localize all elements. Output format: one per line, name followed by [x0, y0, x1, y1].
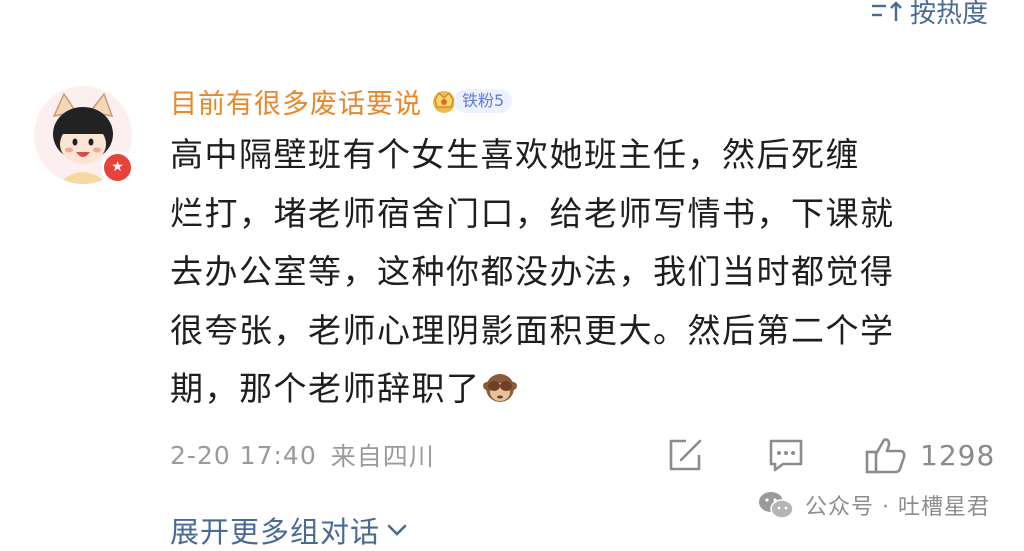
share-button[interactable]	[666, 435, 706, 475]
comment-line: 很夸张，老师心理阴影面积更大。然后第二个学	[170, 310, 895, 350]
watermark-text: 公众号 · 吐槽星君	[805, 495, 990, 520]
comment-meta: 2-20 17:40 来自四川	[170, 437, 435, 473]
verified-badge-icon: ★	[101, 151, 134, 184]
sort-icon	[870, 0, 904, 22]
sort-label: 按热度	[909, 0, 988, 29]
comment-line: 烂打，堵老师宿舍门口，给老师写情书，下课就	[170, 193, 895, 233]
comment-line: 期，那个老师辞职了	[170, 369, 481, 408]
comment-line-last: 期，那个老师辞职了	[170, 360, 970, 419]
username-label: 目前有很多废话要说	[170, 88, 422, 120]
wechat-icon	[759, 492, 794, 519]
comment-icon	[769, 439, 803, 472]
chevron-down-icon	[387, 524, 407, 536]
like-count: 1298	[920, 438, 996, 472]
comment-line: 去办公室等，这种你都没办法，我们当时都觉得	[170, 252, 895, 291]
share-icon	[669, 439, 702, 471]
thumbs-up-icon	[865, 438, 906, 474]
comment-location: 来自四川	[330, 442, 435, 471]
see-no-evil-monkey-emoji	[482, 374, 517, 402]
sort-by-hot-button[interactable]: 按热度	[870, 0, 988, 29]
fan-badge: 铁粉5	[430, 88, 513, 114]
reply-button[interactable]	[766, 435, 806, 475]
comment-username[interactable]: 目前有很多废话要说 铁粉5	[170, 83, 513, 120]
comment-text: 高中隔壁班有个女生喜欢她班主任，然后死缠 烂打，堵老师宿舍门口，给老师写情书，下…	[170, 126, 970, 419]
expand-conversation-link[interactable]: 展开更多组对话	[170, 510, 408, 550]
watermark: 公众号 · 吐槽星君	[757, 487, 990, 523]
comment-line: 高中隔壁班有个女生喜欢她班主任，然后死缠	[170, 135, 860, 174]
fan-badge-label: 铁粉5	[454, 89, 513, 113]
like-button[interactable]: 1298	[864, 435, 995, 475]
comment-timestamp: 2-20 17:40	[170, 440, 317, 470]
expand-label: 展开更多组对话	[170, 515, 381, 549]
